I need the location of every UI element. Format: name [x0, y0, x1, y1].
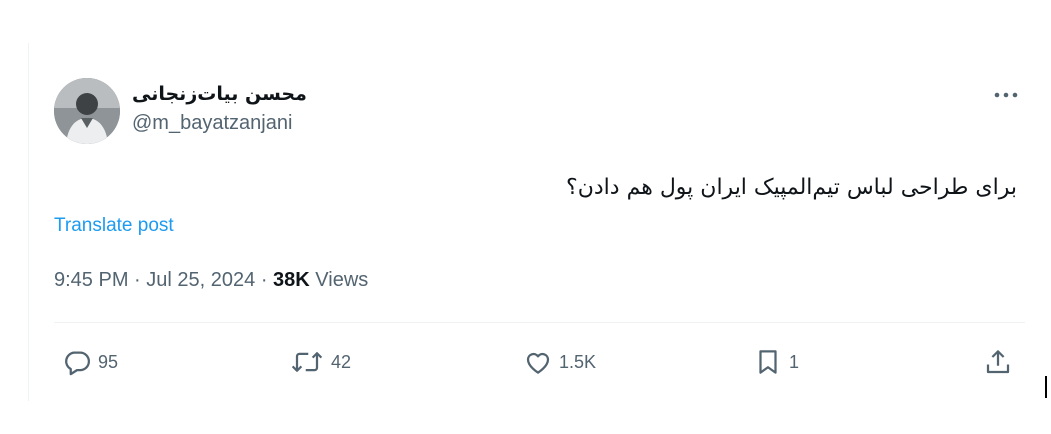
share-button[interactable] — [983, 345, 1013, 379]
reply-count: 95 — [98, 351, 119, 372]
bookmark-button[interactable]: 1 — [753, 345, 799, 379]
tweet-date[interactable]: Jul 25, 2024 — [146, 269, 255, 291]
more-icon — [994, 92, 1018, 98]
views-count[interactable]: 38K — [273, 269, 310, 291]
tweet-text: برای طراحی لباس تیم‌المپیک ایران پول هم … — [566, 175, 1017, 200]
author-handle[interactable]: @m_bayatzanjani — [132, 110, 292, 136]
meta-separator: · — [260, 269, 274, 291]
like-count: 1.5K — [559, 351, 597, 372]
tweet-meta: 9:45 PM · Jul 25, 2024 · 38K Views — [54, 267, 368, 293]
views-label: Views — [315, 269, 369, 291]
tweet-time[interactable]: 9:45 PM — [54, 269, 128, 291]
bookmark-count: 1 — [789, 351, 800, 372]
author-display-name[interactable]: محسن بیات‌زنجانی — [132, 82, 307, 106]
reply-button[interactable]: 95 — [62, 345, 118, 379]
like-icon — [526, 352, 550, 374]
more-options-button[interactable] — [990, 83, 1024, 107]
author-names: محسن بیات‌زنجانی @m_bayatzanjani — [132, 82, 307, 136]
share-icon — [986, 350, 1010, 374]
text-cursor — [1045, 376, 1047, 398]
meta-separator: · — [134, 269, 147, 291]
like-button[interactable]: 1.5K — [523, 345, 596, 379]
tweet-header: محسن بیات‌زنجانی @m_bayatzanjani — [54, 78, 307, 144]
bookmark-icon — [759, 350, 777, 374]
divider — [54, 322, 1025, 323]
repost-count: 42 — [331, 351, 352, 372]
avatar[interactable] — [54, 78, 120, 144]
repost-button[interactable]: 42 — [289, 345, 351, 379]
reply-icon — [65, 351, 90, 376]
repost-icon — [291, 352, 323, 372]
tweet-card: محسن بیات‌زنجانی @m_bayatzanjani برای طر… — [28, 43, 1025, 401]
avatar-image — [54, 78, 120, 144]
translate-post-link[interactable]: Translate post — [54, 214, 174, 238]
